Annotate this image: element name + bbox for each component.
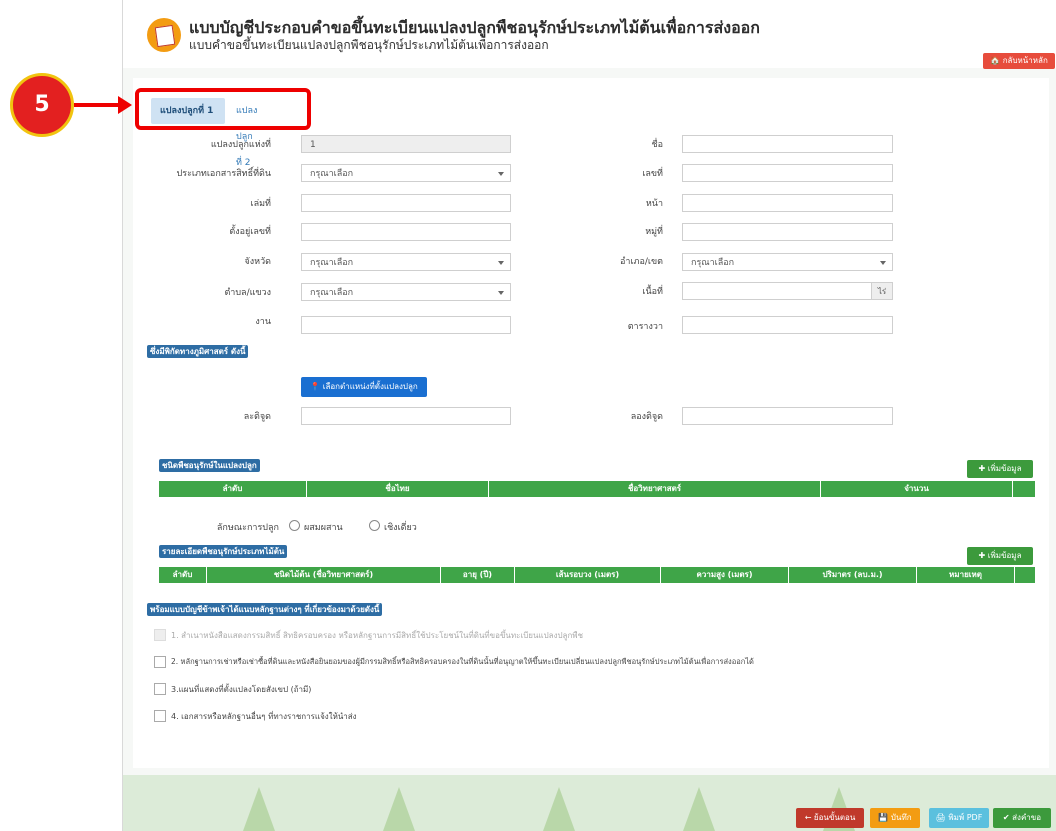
house-no-label: ตั้งอยู่เลขที่ — [229, 227, 271, 237]
ngan-field[interactable] — [301, 316, 511, 334]
name-label: ชื่อ — [651, 140, 663, 150]
attachment-checkbox-1 — [154, 629, 166, 641]
annotation-arrow-line — [74, 103, 122, 107]
radio-mono[interactable] — [369, 520, 380, 531]
plants-table-header: ลำดับ ชื่อไทย ชื่อวิทยาศาสตร์ จำนวน — [159, 481, 1035, 497]
page-header: แบบบัญชีประกอบคำขอขึ้นทะเบียนแปลงปลูกพืช… — [123, 0, 1056, 69]
doc-no-field[interactable] — [682, 164, 893, 182]
area-field[interactable]: ไร่ — [682, 282, 893, 300]
trees-col-girth: เส้นรอบวง (เมตร) — [515, 567, 661, 583]
subdistrict-select[interactable]: กรุณาเลือก — [301, 283, 511, 301]
form-panel: แปลงปลูกที่ 1 แปลงปลูกที่ 2 แปลงปลูกแห่ง… — [133, 78, 1049, 768]
plants-col-qty: จำนวน — [821, 481, 1013, 497]
trees-col-volume: ปริมาตร (ลบ.ม.) — [789, 567, 917, 583]
subdistrict-value: กรุณาเลือก — [310, 288, 354, 298]
longitude-label: ลองติจูด — [630, 412, 663, 422]
attachment-label-2: 2. หลักฐานการเช่าหรือเช่าซื้อที่ดินและหน… — [171, 657, 754, 666]
attachment-label-3: 3.แผนที่แสดงที่ตั้งแปลงโดยสังเขป (ถ้ามี) — [171, 685, 312, 694]
radio-mixed-label: ผสมผสาน — [304, 523, 343, 533]
house-no-field[interactable] — [301, 223, 511, 241]
trees-table-header: ลำดับ ชนิดไม้ต้น (ชื่อวิทยาศาสตร์) อายุ … — [159, 567, 1035, 583]
latitude-label: ละติจูด — [243, 412, 271, 422]
province-value: กรุณาเลือก — [310, 258, 354, 268]
doc-no-label: เลขที่ — [642, 169, 663, 179]
area-unit: ไร่ — [871, 283, 892, 299]
trees-section-title: รายละเอียดพืชอนุรักษ์ประเภทไม้ต้น — [159, 545, 288, 558]
plants-col-sci-name: ชื่อวิทยาศาสตร์ — [489, 481, 821, 497]
book-label: เล่มที่ — [250, 199, 271, 209]
home-button[interactable]: 🏠 กลับหน้าหลัก — [983, 53, 1055, 69]
print-pdf-button[interactable]: 🖨 พิมพ์ PDF — [929, 808, 989, 828]
tree-decoration — [683, 787, 715, 831]
tree-decoration — [383, 787, 415, 831]
radio-mixed[interactable] — [289, 520, 300, 531]
district-label: อำเภอ/เขต — [620, 257, 663, 267]
plants-col-thai-name: ชื่อไทย — [307, 481, 489, 497]
doc-type-label: ประเภทเอกสารสิทธิ์ที่ดิน — [176, 169, 271, 179]
attachment-checkbox-3[interactable] — [154, 683, 166, 695]
attachments-section-title: พร้อมแบบบัญชีข้าพเจ้าได้แนบหลักฐานต่างๆ … — [147, 603, 383, 616]
radio-mono-label: เชิงเดี่ยว — [384, 523, 417, 533]
highlight-box — [135, 88, 311, 130]
geo-section-title: ซึ่งมีพิกัดทางภูมิศาสตร์ ดังนี้ — [147, 345, 249, 358]
plants-col-no: ลำดับ — [159, 481, 307, 497]
sqwa-field[interactable] — [682, 316, 893, 334]
plot-no-field: 1 — [301, 135, 511, 153]
chevron-down-icon — [498, 172, 504, 176]
trees-col-age: อายุ (ปี) — [441, 567, 515, 583]
add-tree-button[interactable]: ✚ เพิ่มข้อมูล — [967, 547, 1033, 565]
page-label: หน้า — [645, 199, 663, 209]
plot-no-label: แปลงปลูกแห่งที่ — [210, 140, 271, 150]
name-field[interactable] — [682, 135, 893, 153]
latitude-field[interactable] — [301, 407, 511, 425]
doc-type-value: กรุณาเลือก — [310, 169, 354, 179]
step-marker: 5 — [10, 73, 74, 137]
page-field[interactable] — [682, 194, 893, 212]
longitude-field[interactable] — [682, 407, 893, 425]
attachment-checkbox-4[interactable] — [154, 710, 166, 722]
tree-decoration — [243, 787, 275, 831]
subdistrict-label: ตำบล/แขวง — [224, 288, 271, 298]
chevron-down-icon — [498, 261, 504, 265]
tree-decoration — [543, 787, 575, 831]
district-value: กรุณาเลือก — [691, 258, 735, 268]
district-select[interactable]: กรุณาเลือก — [682, 253, 893, 271]
attachment-checkbox-2[interactable] — [154, 656, 166, 668]
back-step-button[interactable]: ← ย้อนขั้นตอน — [796, 808, 864, 828]
pick-location-button[interactable]: 📍 เลือกตำแหน่งที่ตั้งแปลงปลูก — [301, 377, 427, 397]
page-subtitle: แบบคำขอขึ้นทะเบียนแปลงปลูกพืชอนุรักษ์ประ… — [189, 38, 549, 52]
province-label: จังหวัด — [244, 257, 272, 267]
submit-button[interactable]: ✔ ส่งคำขอ — [993, 808, 1051, 828]
province-select[interactable]: กรุณาเลือก — [301, 253, 511, 271]
sqwa-label: ตารางวา — [627, 322, 663, 332]
doc-type-select[interactable]: กรุณาเลือก — [301, 164, 511, 182]
plants-section-title: ชนิดพืชอนุรักษ์ในแปลงปลูก — [159, 459, 260, 472]
chevron-down-icon — [880, 261, 886, 265]
attachment-label-4: 4. เอกสารหรือหลักฐานอื่นๆ ที่ทางราชการแจ… — [171, 712, 357, 721]
trees-col-note: หมายเหตุ — [917, 567, 1015, 583]
attachment-label-1: 1. สำเนาหนังสือแสดงกรรมสิทธิ์ สิทธิครอบค… — [171, 631, 583, 640]
book-field[interactable] — [301, 194, 511, 212]
ngan-label: งาน — [255, 317, 271, 327]
planting-type-label: ลักษณะการปลูก — [216, 523, 279, 533]
trees-col-no: ลำดับ — [159, 567, 207, 583]
form-logo-icon — [147, 18, 181, 52]
area-label: เนื้อที่ — [642, 287, 663, 297]
arrow-right-icon — [118, 96, 132, 114]
save-button[interactable]: 💾 บันทึก — [870, 808, 920, 828]
chevron-down-icon — [498, 291, 504, 295]
add-plant-button[interactable]: ✚ เพิ่มข้อมูล — [967, 460, 1033, 478]
trees-col-height: ความสูง (เมตร) — [661, 567, 789, 583]
moo-label: หมู่ที่ — [645, 227, 663, 237]
trees-col-species: ชนิดไม้ต้น (ชื่อวิทยาศาสตร์) — [207, 567, 441, 583]
moo-field[interactable] — [682, 223, 893, 241]
